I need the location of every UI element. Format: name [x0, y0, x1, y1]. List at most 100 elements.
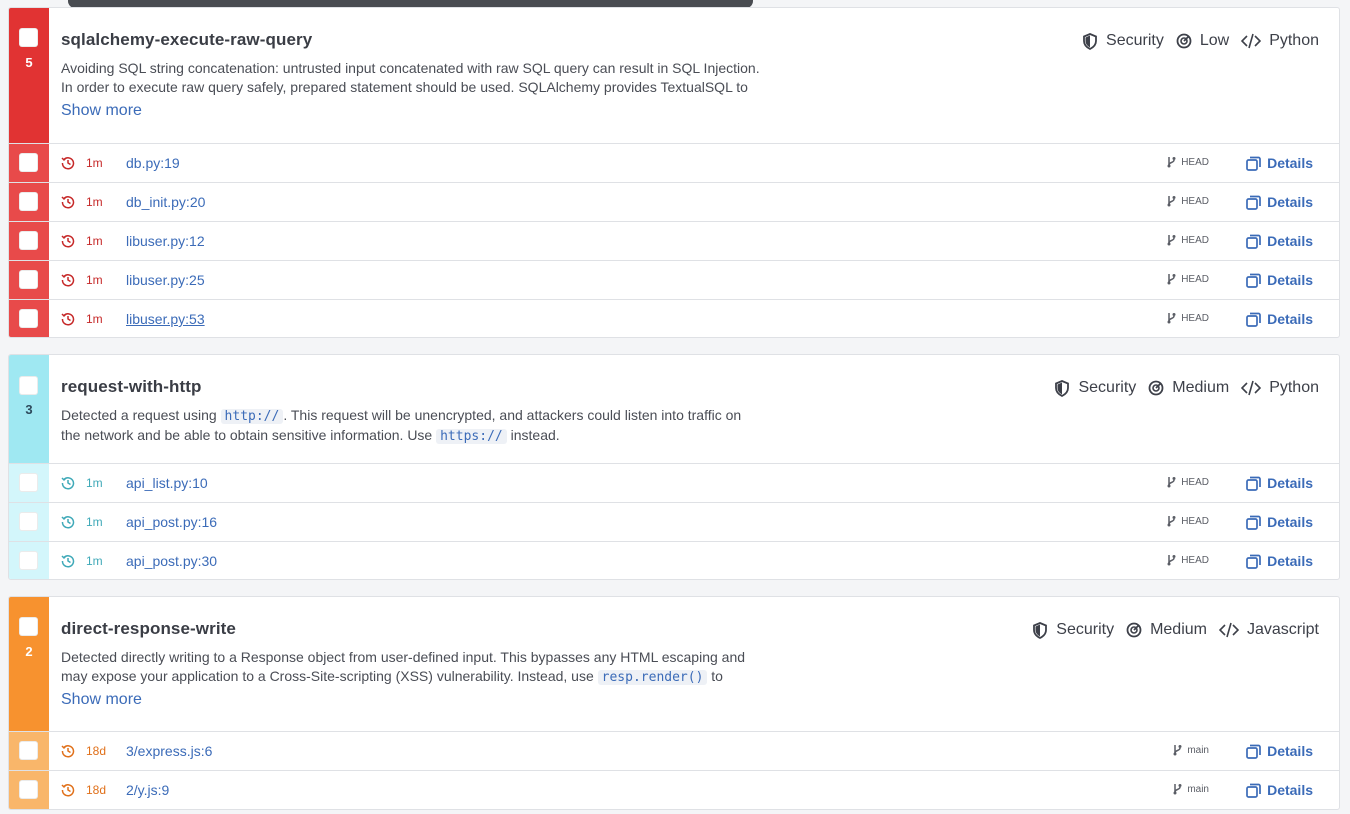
finding-age: 1m	[86, 195, 103, 209]
shield-icon	[1083, 32, 1097, 50]
details-button[interactable]: Details	[1246, 233, 1313, 249]
details-icon	[1246, 195, 1261, 210]
finding-age: 1m	[86, 273, 103, 287]
finding-row[interactable]: 1m api_list.py:10 HEAD Details	[9, 464, 1339, 503]
rule-title[interactable]: sqlalchemy-execute-raw-query	[61, 30, 312, 50]
branch-name: main	[1187, 783, 1209, 795]
rule-title[interactable]: request-with-http	[61, 377, 202, 397]
rule-description: Detected a request using http://. This r…	[61, 406, 821, 446]
language-tag: Python	[1241, 379, 1319, 397]
finding-checkbox[interactable]	[19, 512, 38, 531]
rule-description: Detected directly writing to a Response …	[61, 648, 821, 687]
finding-checkbox[interactable]	[19, 551, 38, 570]
findings-list: 1m db.py:19 HEAD Details 1m db_init.py:2…	[9, 144, 1339, 337]
finding-row[interactable]: 18d 3/express.js:6 main Details	[9, 732, 1339, 771]
description-text: the network and be able to obtain sensit…	[61, 427, 437, 443]
show-more-link[interactable]: Show more	[61, 691, 142, 709]
finding-age: 18d	[86, 783, 107, 797]
language-label: Python	[1269, 379, 1319, 396]
details-button[interactable]: Details	[1246, 311, 1313, 327]
code-icon	[1241, 380, 1262, 396]
history-icon	[61, 745, 75, 758]
rule-checkbox[interactable]	[19, 28, 38, 47]
finding-count: 2	[25, 644, 33, 659]
details-label: Details	[1267, 155, 1313, 171]
finding-age: 18d	[86, 744, 107, 758]
finding-file-link[interactable]: db_init.py:20	[126, 194, 205, 210]
details-icon	[1246, 744, 1261, 759]
finding-checkbox[interactable]	[19, 231, 38, 250]
details-label: Details	[1267, 514, 1313, 530]
finding-file-link[interactable]: 2/y.js:9	[126, 782, 169, 798]
finding-file-link[interactable]: libuser.py:25	[126, 272, 205, 288]
details-button[interactable]: Details	[1246, 272, 1313, 288]
rule-title[interactable]: direct-response-write	[61, 619, 236, 639]
branch-icon	[1167, 157, 1176, 168]
branch-icon	[1167, 516, 1176, 527]
history-icon	[61, 157, 75, 170]
finding-checkbox[interactable]	[19, 473, 38, 492]
language-label: Python	[1269, 32, 1319, 49]
show-more-link[interactable]: Show more	[61, 102, 142, 120]
finding-age: 1m	[86, 156, 103, 170]
category-label: Security	[1078, 379, 1137, 396]
details-icon	[1246, 554, 1261, 569]
description-text: Detected a request using	[61, 407, 221, 423]
branch-icon	[1167, 235, 1176, 246]
finding-file-link[interactable]: libuser.py:53	[126, 311, 205, 327]
finding-row[interactable]: 1m libuser.py:25 HEAD Details	[9, 261, 1339, 300]
finding-row[interactable]: 1m libuser.py:53 HEAD Details	[9, 300, 1339, 337]
language-tag: Python	[1241, 32, 1319, 50]
finding-file-link[interactable]: api_post.py:30	[126, 553, 217, 569]
finding-row[interactable]: 18d 2/y.js:9 main Details	[9, 771, 1339, 809]
finding-checkbox[interactable]	[19, 780, 38, 799]
severity-tag: Medium	[1126, 621, 1207, 639]
rule-card-sqlalchemy: 5 sqlalchemy-execute-raw-query Security …	[8, 7, 1340, 338]
finding-file-link[interactable]: 3/express.js:6	[126, 743, 212, 759]
details-button[interactable]: Details	[1246, 553, 1313, 569]
shield-icon	[1055, 379, 1070, 397]
history-icon	[61, 555, 75, 568]
finding-file-link[interactable]: libuser.py:12	[126, 233, 205, 249]
severity-tag: Medium	[1148, 379, 1229, 397]
details-button[interactable]: Details	[1246, 475, 1313, 491]
description-line: Detected a request using http://. This r…	[61, 406, 821, 426]
details-button[interactable]: Details	[1246, 782, 1313, 798]
history-icon	[61, 274, 75, 287]
rule-checkbox[interactable]	[19, 617, 38, 636]
details-button[interactable]: Details	[1246, 743, 1313, 759]
finding-file-link[interactable]: db.py:19	[126, 155, 180, 171]
details-button[interactable]: Details	[1246, 155, 1313, 171]
rule-card-direct-response-write: 2 direct-response-write Security Medium …	[8, 596, 1340, 810]
finding-file-link[interactable]: api_list.py:10	[126, 475, 208, 491]
branch-name: HEAD	[1181, 156, 1209, 168]
finding-checkbox[interactable]	[19, 309, 38, 328]
finding-row[interactable]: 1m api_post.py:30 HEAD Details	[9, 542, 1339, 579]
finding-row[interactable]: 1m db.py:19 HEAD Details	[9, 144, 1339, 183]
branch-icon	[1173, 745, 1182, 756]
history-icon	[61, 784, 75, 797]
finding-checkbox[interactable]	[19, 741, 38, 760]
finding-file-link[interactable]: api_post.py:16	[126, 514, 217, 530]
finding-checkbox[interactable]	[19, 192, 38, 211]
severity-label: Medium	[1150, 621, 1207, 638]
details-button[interactable]: Details	[1246, 514, 1313, 530]
rule-checkbox[interactable]	[19, 376, 38, 395]
history-icon	[61, 196, 75, 209]
branch-name: HEAD	[1181, 515, 1209, 527]
finding-row[interactable]: 1m libuser.py:12 HEAD Details	[9, 222, 1339, 261]
branch-name: HEAD	[1181, 273, 1209, 285]
finding-checkbox[interactable]	[19, 153, 38, 172]
description-line: the network and be able to obtain sensit…	[61, 426, 821, 446]
finding-count: 3	[25, 402, 33, 417]
details-button[interactable]: Details	[1246, 194, 1313, 210]
details-label: Details	[1267, 194, 1313, 210]
severity-label: Medium	[1172, 379, 1230, 396]
findings-list: 18d 3/express.js:6 main Details 18d 2/y.…	[9, 732, 1339, 809]
category-tag: Security	[1032, 621, 1114, 639]
details-icon	[1246, 156, 1261, 171]
branch-icon	[1167, 274, 1176, 285]
finding-row[interactable]: 1m db_init.py:20 HEAD Details	[9, 183, 1339, 222]
finding-row[interactable]: 1m api_post.py:16 HEAD Details	[9, 503, 1339, 542]
finding-checkbox[interactable]	[19, 270, 38, 289]
